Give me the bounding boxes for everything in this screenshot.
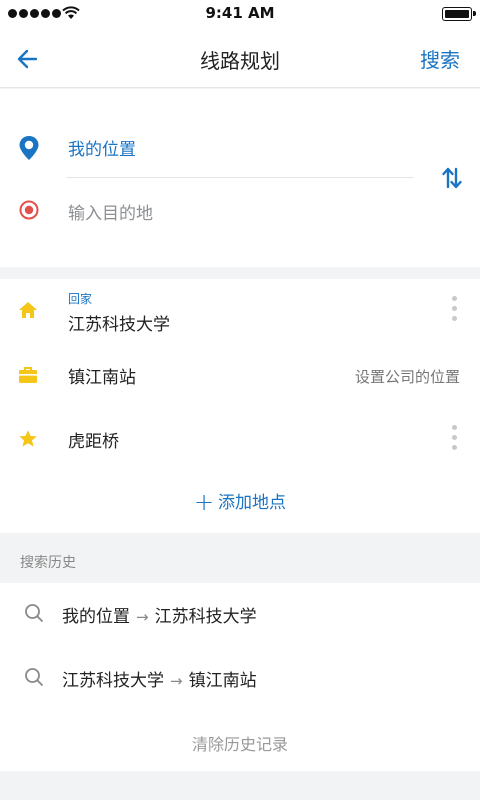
status-time: 9:41 AM	[205, 4, 275, 22]
history-item[interactable]: 江苏科技大学 → 镇江南站	[0, 649, 480, 705]
history-to: 镇江南站	[188, 671, 257, 691]
nav-bar: 线路规划 搜索	[0, 28, 480, 88]
battery-icon	[442, 7, 476, 21]
home-icon	[19, 302, 37, 318]
search-button[interactable]: 搜索	[420, 44, 460, 73]
plus-icon: +	[193, 488, 215, 516]
route-card: 我的位置 输入目的地	[0, 89, 480, 267]
star-icon	[19, 430, 37, 447]
more-vertical-icon[interactable]	[452, 296, 458, 321]
add-place-label: 添加地点	[218, 493, 287, 513]
briefcase-icon	[19, 367, 37, 383]
history-item[interactable]: 我的位置 → 江苏科技大学	[0, 585, 480, 641]
clear-history-button[interactable]: 清除历史记录	[0, 731, 480, 755]
destination-input[interactable]: 输入目的地	[68, 199, 153, 224]
place-tag: 回家	[68, 292, 93, 306]
arrow-right-icon: →	[136, 608, 149, 626]
swap-vertical-icon[interactable]	[441, 166, 463, 190]
place-item-company[interactable]: 镇江南站 设置公司的位置	[0, 351, 480, 413]
place-item-favorite[interactable]: 虎距桥	[0, 413, 480, 475]
history-from: 江苏科技大学	[62, 671, 164, 691]
history-from: 我的位置	[62, 607, 130, 627]
history-route: 我的位置 → 江苏科技大学	[62, 602, 257, 627]
history-header: 搜索历史	[20, 555, 76, 571]
search-icon	[25, 668, 43, 686]
search-icon	[25, 604, 43, 622]
more-vertical-icon[interactable]	[452, 425, 458, 450]
place-item-home[interactable]: 回家 江苏科技大学	[0, 279, 480, 351]
origin-field[interactable]: 我的位置	[68, 135, 136, 160]
page-title: 线路规划	[200, 49, 280, 73]
place-name: 江苏科技大学	[68, 315, 170, 335]
places-card: 回家 江苏科技大学 镇江南站 设置公司的位置 虎距桥 + 添加地点	[0, 279, 480, 533]
status-bar: 9:41 AM	[0, 0, 480, 28]
arrow-right-icon: →	[170, 672, 183, 690]
history-to: 江苏科技大学	[154, 607, 257, 627]
history-route: 江苏科技大学 → 镇江南站	[62, 666, 257, 691]
set-company-hint[interactable]: 设置公司的位置	[355, 366, 460, 387]
add-place-button[interactable]: + 添加地点	[0, 488, 480, 516]
location-pin-icon	[19, 136, 39, 160]
place-name: 虎距桥	[68, 432, 119, 452]
place-name: 镇江南站	[68, 368, 136, 388]
route-divider	[66, 177, 414, 178]
history-card: 我的位置 → 江苏科技大学 江苏科技大学 → 镇江南站 清除历史记录	[0, 583, 480, 771]
target-circle-icon	[19, 200, 39, 220]
